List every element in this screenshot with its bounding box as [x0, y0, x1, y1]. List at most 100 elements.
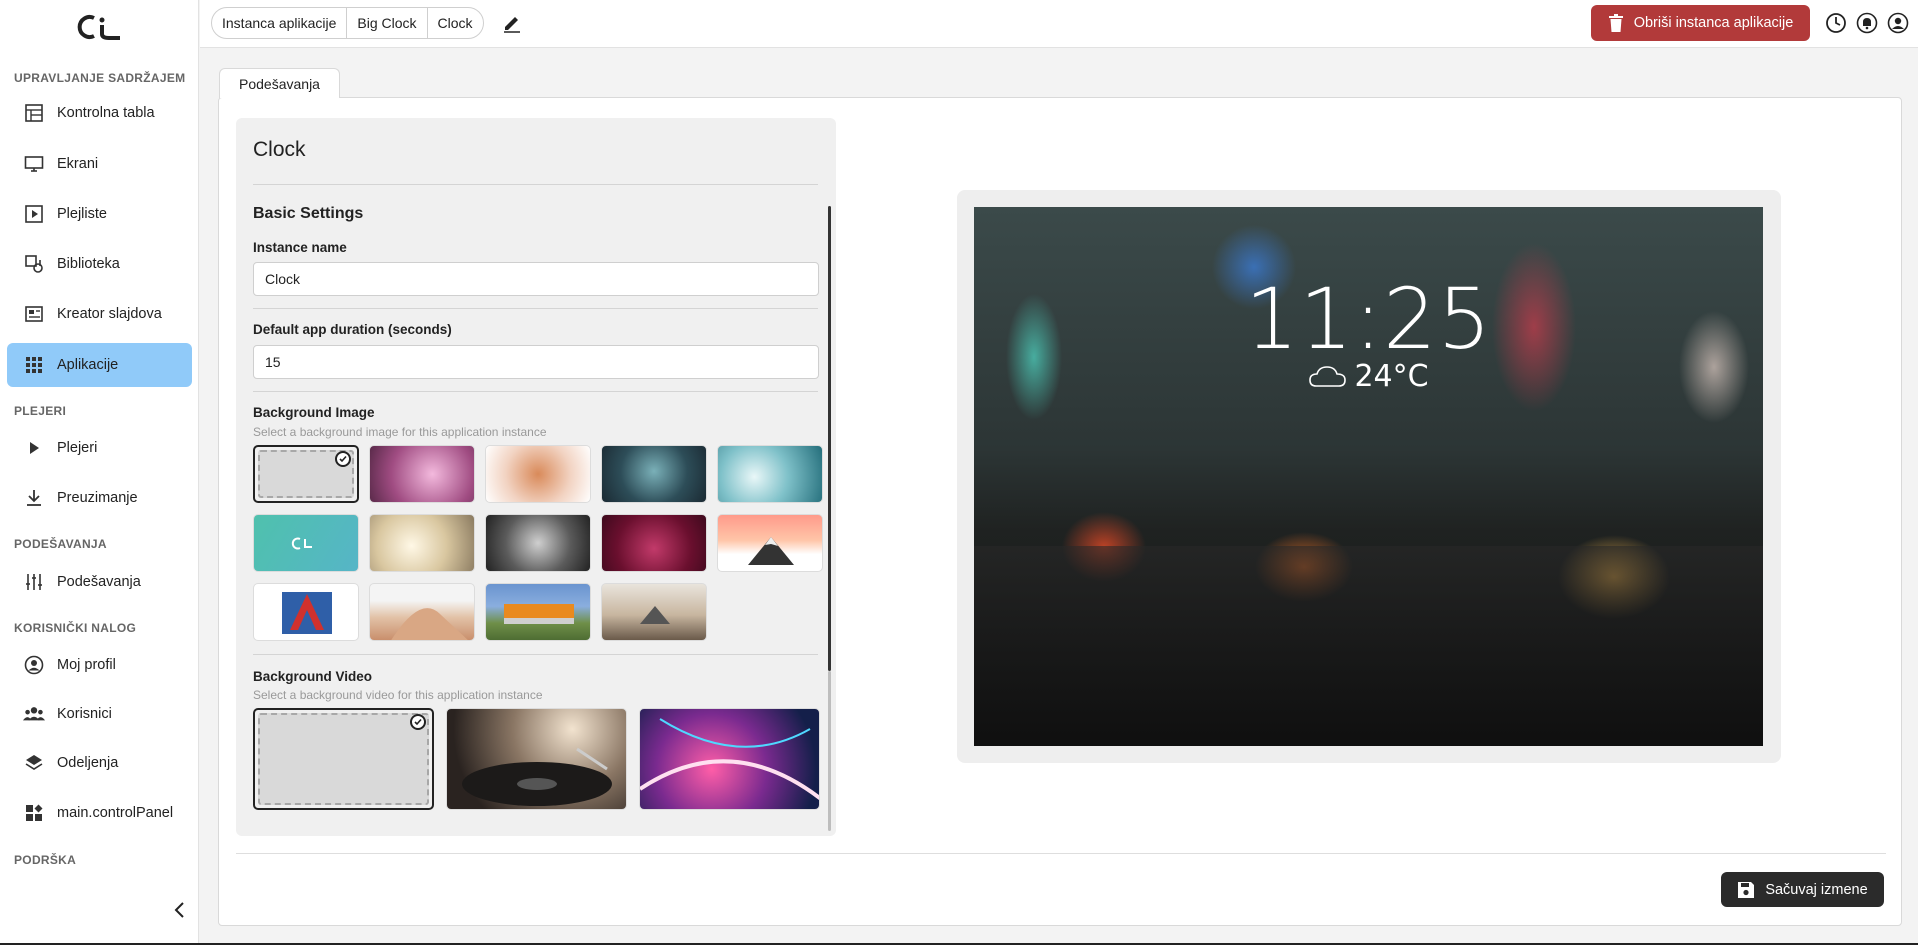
bg-image-none-option[interactable] [253, 445, 359, 503]
instance-name-input[interactable]: Clock [253, 262, 819, 296]
divider [253, 184, 818, 185]
playlist-icon [23, 203, 45, 225]
sidebar-item-apps[interactable]: Aplikacije [7, 343, 192, 387]
control-panel-icon [23, 802, 45, 824]
clock-preview: 11:25 24°C [974, 207, 1763, 746]
cloud-icon [1309, 365, 1347, 387]
monitor-icon [23, 153, 45, 175]
topbar: Instanca aplikacije Big Clock Clock Obri… [200, 0, 1918, 48]
sidebar-item-players[interactable]: Plejeri [7, 426, 192, 470]
logo[interactable] [76, 12, 126, 42]
sidebar-item-label: Moj profil [57, 657, 116, 673]
settings-scrollbar-track[interactable] [828, 671, 831, 831]
sidebar-item-label: Odeljenja [57, 755, 119, 771]
sliders-icon [23, 571, 45, 593]
bg-video-none-option[interactable] [253, 708, 434, 810]
sidebar-item-settings[interactable]: Podešavanja [7, 560, 192, 604]
bg-image-option[interactable] [601, 583, 707, 641]
sidebar-item-label: Podešavanja [57, 574, 141, 590]
bg-image-option[interactable] [253, 583, 359, 641]
settings-scrollbar[interactable] [828, 206, 831, 671]
bg-image-option[interactable] [369, 445, 475, 503]
clock-time: 11:25 [1244, 270, 1493, 368]
sidebar-item-label: main.controlPanel [57, 805, 174, 821]
save-button-label: Sačuvaj izmene [1765, 881, 1868, 898]
sidebar-item-departments[interactable]: Odeljenja [7, 741, 192, 785]
sidebar-item-label: Korisnici [57, 706, 112, 722]
notifications-bell-icon[interactable] [1856, 12, 1878, 34]
bg-image-option[interactable] [601, 445, 707, 503]
bg-image-option[interactable] [485, 583, 591, 641]
users-icon [23, 703, 45, 725]
collapse-sidebar-icon[interactable] [170, 900, 190, 920]
tab-settings[interactable]: Podešavanja [219, 68, 340, 98]
breadcrumb-item[interactable]: Instanca aplikacije [212, 8, 346, 38]
library-icon [23, 253, 45, 275]
duration-label: Default app duration (seconds) [253, 322, 452, 337]
bg-image-option[interactable] [485, 514, 591, 572]
section-title-content: UPRAVLJANJE SADRŽAJEM [14, 71, 186, 85]
sidebar-item-label: Preuzimanje [57, 490, 138, 506]
panel-title: Clock [253, 138, 306, 161]
check-icon [335, 451, 351, 467]
section-title-account: KORISNIČKI NALOG [14, 621, 137, 635]
turntable-icon [462, 747, 612, 806]
footer-divider [236, 853, 1886, 854]
bg-image-option[interactable] [485, 445, 591, 503]
bg-image-option[interactable] [717, 514, 823, 572]
clock-icon[interactable] [1825, 12, 1847, 34]
sidebar-item-label: Plejliste [57, 206, 107, 222]
breadcrumb-item[interactable]: Big Clock [346, 8, 426, 38]
settings-panel: Clock Basic Settings Instance name Clock… [236, 118, 836, 836]
sidebar-item-control-panel[interactable]: main.controlPanel [7, 791, 192, 835]
save-floppy-icon [1738, 881, 1755, 898]
neon-lines-icon [640, 718, 819, 801]
account-icon[interactable] [1887, 12, 1909, 34]
basic-settings-heading: Basic Settings [253, 205, 364, 222]
sidebar-item-slide-creator[interactable]: Kreator slajdova [7, 292, 192, 336]
edit-pencil-icon[interactable] [501, 12, 523, 34]
bg-video-option[interactable] [639, 708, 820, 810]
abstract-shape-icon [282, 592, 332, 634]
breadcrumb: Instanca aplikacije Big Clock Clock [211, 7, 484, 39]
sidebar: UPRAVLJANJE SADRŽAJEM Kontrolna tabla Ek… [0, 0, 199, 945]
bg-image-option[interactable] [717, 445, 823, 503]
divider [253, 391, 818, 392]
instance-name-label: Instance name [253, 240, 347, 255]
pyramid-icon [640, 606, 670, 624]
bg-image-option[interactable] [253, 514, 359, 572]
sidebar-item-label: Aplikacije [57, 357, 119, 373]
sidebar-item-label: Plejeri [57, 440, 98, 456]
sidebar-item-label: Biblioteka [57, 256, 120, 272]
sidebar-item-library[interactable]: Biblioteka [7, 242, 192, 286]
sidebar-item-download[interactable]: Preuzimanje [7, 476, 192, 520]
play-icon [23, 437, 45, 459]
check-icon [410, 714, 426, 730]
sidebar-item-profile[interactable]: Moj profil [7, 643, 192, 687]
bg-video-label: Background Video [253, 669, 373, 684]
bg-image-option[interactable] [601, 514, 707, 572]
sidebar-item-label: Kreator slajdova [57, 306, 162, 322]
apps-grid-icon [23, 354, 45, 376]
bg-video-option[interactable] [446, 708, 627, 810]
breadcrumb-item[interactable]: Clock [426, 8, 483, 38]
section-title-settings: PODEŠAVANJA [14, 537, 107, 551]
bg-image-option[interactable] [369, 583, 475, 641]
preview-background-road [974, 546, 1763, 746]
mountain-icon [748, 537, 794, 565]
bg-image-label: Background Image [253, 405, 375, 420]
sidebar-item-screens[interactable]: Ekrani [7, 142, 192, 186]
sidebar-item-label: Ekrani [57, 156, 99, 172]
sidebar-item-users[interactable]: Korisnici [7, 692, 192, 736]
duration-input[interactable]: 15 [253, 345, 819, 379]
delete-instance-button[interactable]: Obriši instanca aplikacije [1591, 5, 1810, 41]
save-changes-button[interactable]: Sačuvaj izmene [1721, 872, 1884, 907]
sidebar-item-dashboard[interactable]: Kontrolna tabla [7, 91, 192, 135]
dashboard-icon [23, 102, 45, 124]
bg-image-option[interactable] [369, 514, 475, 572]
sidebar-item-label: Kontrolna tabla [57, 105, 155, 121]
clock-weather: 24°C [974, 359, 1763, 394]
dune-icon [391, 608, 468, 640]
sidebar-item-playlists[interactable]: Plejliste [7, 192, 192, 236]
profile-icon [23, 654, 45, 676]
